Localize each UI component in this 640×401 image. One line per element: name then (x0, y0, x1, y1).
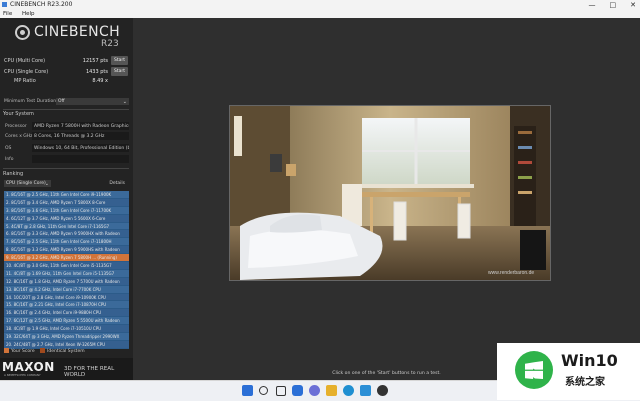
bench-mp-ratio: MP Ratio 8.49 x (4, 76, 128, 86)
divider (3, 168, 129, 169)
ranking-controls: CPU (Single Core) ⌄ Details (3, 180, 129, 188)
maxon-logo: MAXON (2, 360, 55, 374)
ranking-item[interactable]: 13. 8C/16T @ 4.2 GHz, Intel Core i7-7700… (4, 285, 129, 294)
field-key: OS (5, 146, 12, 151)
legend-identical: Identical System (47, 349, 85, 354)
field-key: Cores x GHz (5, 134, 33, 139)
field-key: Processor (5, 124, 27, 129)
badge-brand: Win10 (561, 351, 618, 370)
divider (3, 109, 129, 110)
file-explorer-icon[interactable] (326, 385, 337, 396)
legend-your-score: Your Score (11, 349, 35, 354)
start-icon[interactable] (242, 385, 253, 396)
ranking-mode-select[interactable]: CPU (Single Core) ⌄ (4, 180, 51, 187)
cinebench-icon[interactable] (377, 385, 388, 396)
search-icon[interactable] (259, 386, 268, 395)
win10-badge: Win10 系统之家 (497, 343, 640, 400)
menu-help[interactable]: Help (22, 11, 35, 17)
store-icon[interactable] (360, 385, 371, 396)
app-icon (2, 2, 7, 7)
ranking-item[interactable]: 10. 4C/8T @ 3.0 GHz, 11th Gen Intel Core… (4, 262, 129, 270)
bench-score: 12157 pts (82, 58, 108, 64)
render-watermark: www.renderbaron.de (488, 270, 534, 276)
system-field-os: OS Windows 10, 64 Bit, Professional Edit… (3, 144, 129, 153)
system-title: Your System (3, 111, 34, 117)
badge-sub: 系统之家 (565, 377, 605, 388)
sidebar: CINEBENCH R23 CPU (Multi Core) 12157 pts… (0, 18, 133, 360)
ranking-legend: Your Score Identical System (4, 348, 129, 356)
ranking-item[interactable]: 12. 8C/16T @ 1.8 GHz, AMD Ryzen 7 5700U … (4, 277, 129, 286)
render-area: www.renderbaron.de Click on one of the '… (133, 18, 640, 380)
ranking-item[interactable]: 8. 8C/16T @ 3.3 GHz, AMD Ryzen 9 5900HS … (4, 246, 129, 255)
field-value: Windows 10, 64 Bit, Professional Edition… (32, 144, 129, 152)
min-duration-select[interactable]: Off ⌄ (56, 98, 129, 105)
ranking-item[interactable]: 19. 32C/64T @ 3 GHz, AMD Ryzen Threadrip… (4, 333, 129, 341)
ranking-item[interactable]: 18. 4C/8T @ 1.9 GHz, Intel Core i7-10510… (4, 325, 129, 334)
close-button[interactable]: ✕ (630, 0, 636, 10)
widgets-icon[interactable] (292, 385, 303, 396)
ranking-item[interactable]: 4. 6C/12T @ 3.7 GHz, AMD Ryzen 5 5600X 6… (4, 214, 129, 223)
chat-icon[interactable] (309, 385, 320, 396)
ranking-item[interactable]: 14. 10C/20T @ 2.8 GHz, Intel Core i9-109… (4, 293, 129, 302)
maxon-tagline: 3D FOR THE REAL WORLD (64, 366, 115, 378)
bench-score: 8.49 x (92, 78, 108, 84)
ranking-item-yours[interactable]: 9. 8C/16T @ 3.2 GHz, AMD Ryzen 7 5800H .… (4, 254, 129, 263)
cinebench-logo: CINEBENCH R23 (0, 18, 133, 56)
system-field-processor: Processor AMD Ryzen 7 5800H with Radeon … (3, 122, 129, 131)
min-duration-label: Minimum Test Duration (4, 99, 57, 104)
chevron-down-icon: ⌄ (44, 181, 49, 187)
ranking-item[interactable]: 11. 4C/8T @ 1.69 GHz, 11th Gen Intel Cor… (4, 269, 129, 278)
min-duration-row: Minimum Test Duration Off ⌄ (3, 98, 129, 106)
system-field-cores: Cores x GHz 8 Cores, 16 Threads @ 3.2 GH… (3, 132, 129, 141)
window-controls: — □ ✕ (589, 0, 637, 10)
window-titlebar: CINEBENCH R23.200 — □ ✕ (0, 0, 640, 10)
task-view-icon[interactable] (276, 386, 286, 396)
maximize-button[interactable]: □ (610, 0, 617, 10)
ranking-item[interactable]: 16. 8C/16T @ 2.4 GHz, Intel Core i9-9880… (4, 309, 129, 318)
start-single-core-button[interactable]: Start (111, 67, 128, 76)
menu-file[interactable]: File (3, 11, 12, 17)
window-title: CINEBENCH R23.200 (10, 1, 73, 8)
ranking-item[interactable]: 17. 6C/12T @ 2.5 GHz, AMD Ryzen 5 5500U … (4, 317, 129, 326)
details-button[interactable]: Details (109, 180, 125, 188)
logo-brand: CINEBENCH (34, 24, 121, 40)
edge-icon[interactable] (343, 385, 354, 396)
chevron-down-icon: ⌄ (122, 99, 127, 105)
maxon-footer: MAXON A NEMETSCHEK COMPANY 3D FOR THE RE… (0, 358, 133, 380)
ranking-title: Ranking (3, 171, 24, 177)
ranking-item[interactable]: 5. 4C/8T @ 2.8 GHz, 11th Gen Intel Core … (4, 222, 129, 231)
start-multi-core-button[interactable]: Start (111, 56, 128, 65)
render-scene: www.renderbaron.de (230, 106, 550, 280)
logo-version: R23 (101, 39, 119, 49)
ranking-item[interactable]: 1. 8C/16T @ 2.5 GHz, 11th Gen Intel Core… (4, 191, 129, 199)
your-score-swatch (4, 348, 9, 353)
field-value: AMD Ryzen 7 5800H with Radeon Graphics (32, 122, 129, 130)
ranking-item[interactable]: 6. 8C/16T @ 3.3 GHz, AMD Ryzen 9 5900HX … (4, 230, 129, 239)
bench-multi-core: CPU (Multi Core) 12157 pts Start (4, 56, 128, 66)
ranking-item[interactable]: 3. 8C/16T @ 3.6 GHz, 11th Gen Intel Core… (4, 206, 129, 215)
min-duration-value: Off (58, 99, 65, 104)
ranking-mode-value: CPU (Single Core) (6, 181, 46, 186)
ranking-item[interactable]: 2. 8C/16T @ 3.4 GHz, AMD Ryzen 7 5800X 8… (4, 198, 129, 207)
cinebench-logo-icon (15, 25, 30, 40)
identical-system-swatch (40, 348, 46, 353)
ranking-list[interactable]: 1. 8C/16T @ 2.5 GHz, 11th Gen Intel Core… (4, 191, 129, 357)
field-key: Info (5, 157, 14, 162)
field-value: 8 Cores, 16 Threads @ 3.2 GHz (32, 132, 129, 140)
system-field-info: Info (3, 155, 129, 164)
minimize-button[interactable]: — (589, 0, 596, 10)
info-field[interactable] (32, 155, 129, 163)
render-preview-image: www.renderbaron.de (229, 105, 551, 281)
ranking-item[interactable]: 15. 8C/16T @ 2.21 GHz, Intel Core i7-108… (4, 301, 129, 310)
ranking-item[interactable]: 7. 8C/16T @ 2.5 GHz, 11th Gen Intel Core… (4, 238, 129, 247)
bench-label: CPU (Multi Core) (4, 58, 46, 64)
bench-label: MP Ratio (14, 78, 36, 84)
windows-logo-icon (515, 351, 553, 389)
maxon-sub: A NEMETSCHEK COMPANY (4, 373, 41, 377)
